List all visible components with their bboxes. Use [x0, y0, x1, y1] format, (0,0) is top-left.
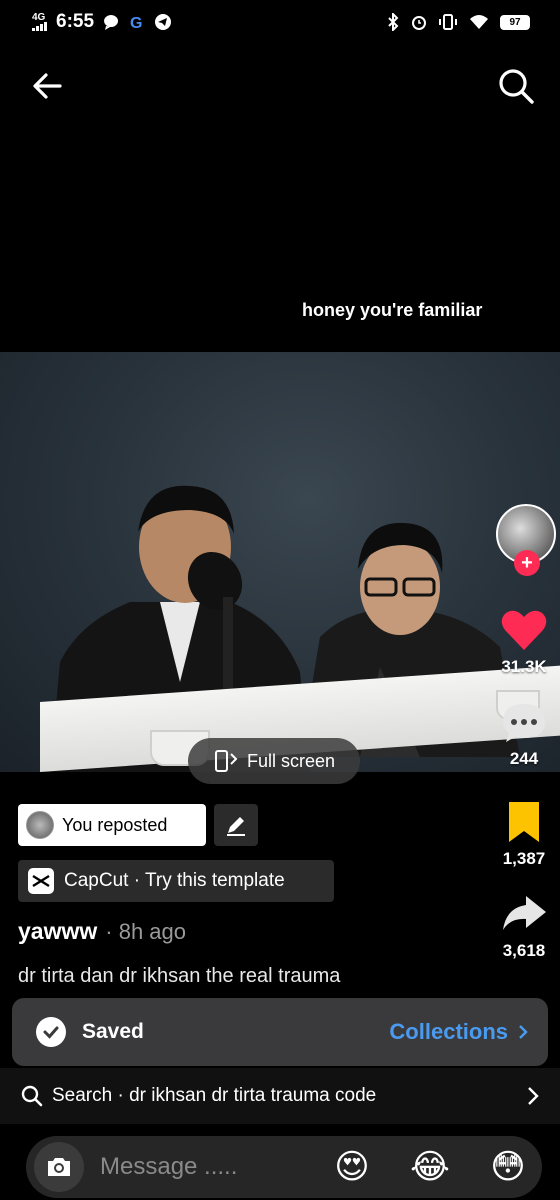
post-description[interactable]: dr tirta dan dr ikhsan the real trauma	[18, 962, 438, 990]
emoji-heart-eyes-button[interactable]: 😍	[332, 1147, 372, 1187]
message-input[interactable]: Message .....	[100, 1153, 294, 1181]
toast-label: Saved	[82, 1020, 144, 1043]
toast-status: Saved	[36, 1017, 144, 1047]
search-icon	[499, 69, 534, 104]
fullscreen-label: Full screen	[246, 750, 336, 771]
capcut-template-chip[interactable]: CapCut · Try this template	[18, 860, 334, 902]
signal-icon	[32, 22, 47, 31]
arrow-left-icon	[33, 73, 62, 99]
related-search-bar[interactable]: Search · dr ikhsan dr tirta trauma code	[0, 1068, 560, 1124]
svg-text:G: G	[130, 15, 142, 31]
capcut-label: CapCut · Try this template	[64, 870, 285, 891]
edit-button[interactable]	[214, 804, 258, 846]
comment-icon	[503, 704, 545, 742]
fullscreen-button[interactable]: Full screen	[188, 738, 360, 784]
collections-link[interactable]: Collections	[389, 1019, 528, 1045]
avatar	[26, 811, 54, 839]
share-button[interactable]: 3,618	[488, 892, 560, 961]
google-icon: G	[130, 15, 142, 31]
network-indicator: 4G	[32, 13, 48, 31]
save-button[interactable]: 1,387	[488, 800, 560, 869]
search-button[interactable]	[494, 64, 538, 108]
related-search-label: Search · dr ikhsan dr tirta trauma code	[52, 1085, 377, 1106]
camera-icon	[48, 1158, 70, 1176]
chevron-right-icon	[528, 1087, 539, 1105]
reposted-chip[interactable]: You reposted	[18, 804, 206, 846]
pencil-icon	[227, 817, 245, 836]
like-button[interactable]: 31.3K	[488, 608, 560, 677]
like-count: 31.3K	[501, 657, 547, 676]
chat-bubble-icon	[104, 15, 119, 30]
video-caption: honey you're familiar	[302, 300, 483, 320]
post-time: · 8h ago	[105, 919, 186, 944]
vibrate-icon	[439, 14, 457, 30]
bookmark-icon	[509, 802, 539, 842]
saved-toast: Saved Collections	[12, 998, 548, 1066]
creator-avatar[interactable]: +	[496, 504, 556, 576]
heart-icon	[501, 610, 547, 650]
share-count: 3,618	[502, 941, 546, 960]
battery-indicator: 97	[500, 14, 530, 30]
alarm-icon	[412, 16, 426, 30]
author-row: yawww · 8h ago	[18, 918, 186, 945]
collections-label: Collections	[389, 1019, 508, 1044]
network-label: 4G	[32, 12, 46, 23]
share-arrow-icon	[503, 896, 546, 930]
save-count: 1,387	[502, 849, 546, 868]
chevron-right-icon	[519, 1025, 528, 1039]
back-button[interactable]	[26, 64, 70, 108]
bluetooth-icon	[388, 13, 399, 31]
comment-count: 244	[509, 749, 539, 768]
capcut-icon	[28, 868, 54, 894]
clock: 6:55	[56, 11, 95, 32]
reposted-label: You reposted	[62, 814, 168, 835]
related-search: Search · dr ikhsan dr tirta trauma code	[20, 1084, 376, 1108]
top-nav	[0, 60, 560, 110]
camera-button[interactable]	[34, 1142, 84, 1192]
video-player[interactable]	[0, 352, 560, 772]
check-icon	[36, 1017, 66, 1047]
comment-button[interactable]: 244	[488, 700, 560, 769]
telegram-icon	[155, 14, 172, 30]
status-bar: 4G 6:55 G 97	[0, 0, 560, 44]
message-bar: Message ..... 😍 😂 😳	[26, 1136, 542, 1198]
fullscreen-icon	[214, 750, 238, 772]
status-right: 97	[386, 13, 530, 31]
emoji-flushed-button[interactable]: 😳	[488, 1147, 528, 1187]
status-left: 4G 6:55 G	[32, 11, 172, 33]
emoji-tears-of-joy-button[interactable]: 😂	[410, 1147, 450, 1187]
follow-button[interactable]: +	[514, 550, 540, 576]
author-name[interactable]: yawww	[18, 918, 97, 945]
search-icon	[21, 1085, 43, 1107]
wifi-icon	[470, 15, 488, 29]
